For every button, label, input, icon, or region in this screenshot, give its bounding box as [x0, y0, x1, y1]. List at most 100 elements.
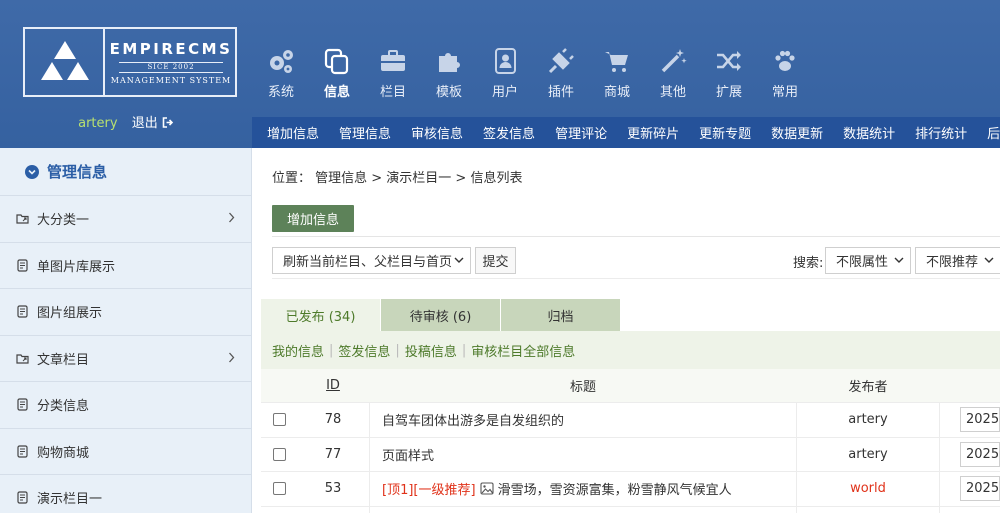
status-tabs: 已发布 (34) 待审核 (6) 归档 [261, 299, 621, 331]
info-table: ID 标题 发布者 78 自驾车团体出游多是自发组织的 artery 2025-… [261, 369, 1000, 513]
folder-link-icon [16, 354, 29, 364]
add-info-button[interactable]: 增加信息 [272, 205, 354, 232]
row-date-input[interactable]: 2025- [960, 441, 1000, 467]
logo-subtitle: MANAGEMENT SYSTEM [110, 76, 232, 85]
row-date-input[interactable]: 2025- [960, 407, 1000, 433]
subnav-update-topics[interactable]: 更新专题 [699, 123, 751, 142]
subnav-backend-map[interactable]: 后台地 [987, 123, 1000, 142]
sidebar-item-label: 演示栏目一 [37, 492, 103, 508]
nav-user[interactable]: 用户 [477, 46, 533, 106]
column-header-title: 标题 [569, 380, 596, 395]
nav-column[interactable]: 栏目 [365, 46, 421, 106]
nav-other[interactable]: 其他 [645, 46, 701, 106]
table-row-partial [261, 506, 1000, 513]
nav-user-label: 用户 [491, 85, 518, 100]
top-header: EMPIRECMS SICE 2002 MANAGEMENT SYSTEM ar… [0, 0, 1000, 148]
row-id: 78 [324, 412, 342, 428]
row-date-cell: 2025- [939, 472, 1000, 506]
row-date-cell: 2025- [939, 403, 1000, 437]
logout-link[interactable]: 退出 [132, 116, 174, 131]
sidebar-item-label: 大分类一 [37, 213, 90, 229]
row-title-link[interactable]: 自驾车团体出游多是自发组织的 [382, 410, 564, 429]
nav-shop[interactable]: 商城 [589, 46, 645, 106]
nav-template-label: 模板 [435, 85, 462, 100]
row-publisher[interactable]: world [797, 481, 939, 496]
filter-review-all-info[interactable]: 审核栏目全部信息 [471, 341, 575, 360]
row-date-cell [939, 506, 1000, 513]
row-title-link[interactable]: 滑雪场，雪资源富集，粉雪静风气候宜人 [498, 479, 732, 498]
recommend-select-value: 不限推荐 [926, 255, 979, 270]
row-checkbox[interactable] [272, 447, 286, 461]
sidebar-item-shop[interactable]: 购物商城 [0, 429, 251, 475]
subnav-sign-info[interactable]: 签发信息 [483, 123, 535, 142]
attribute-select[interactable]: 不限属性 [825, 247, 911, 274]
image-icon [480, 482, 494, 495]
document-icon [17, 305, 28, 318]
sidebar-item-image-group[interactable]: 图片组展示 [0, 289, 251, 336]
sidebar-item-single-image[interactable]: 单图片库展示 [0, 243, 251, 289]
chevron-down-icon [894, 257, 904, 263]
logo-title: EMPIRECMS [109, 40, 233, 58]
copy-icon [324, 48, 349, 75]
logo[interactable]: EMPIRECMS SICE 2002 MANAGEMENT SYSTEM [23, 27, 237, 97]
recommend-select[interactable]: 不限推荐 [915, 247, 1000, 274]
nav-system[interactable]: 系统 [253, 46, 309, 106]
subnav-manage-info[interactable]: 管理信息 [339, 123, 391, 142]
row-id: 53 [324, 481, 342, 497]
row-publisher[interactable]: artery [797, 412, 939, 427]
filter-my-info[interactable]: 我的信息 [272, 341, 324, 360]
row-checkbox[interactable] [272, 482, 286, 496]
subnav-add-info[interactable]: 增加信息 [267, 123, 319, 142]
nav-template[interactable]: 模板 [421, 46, 477, 106]
row-checkbox[interactable] [272, 413, 286, 427]
username[interactable]: artery [78, 116, 117, 131]
briefcase-icon [381, 50, 405, 71]
subnav-data-update[interactable]: 数据更新 [771, 123, 823, 142]
separator: | [461, 342, 467, 358]
sidebar-item-label: 分类信息 [37, 399, 90, 415]
sidebar-header[interactable]: 管理信息 [0, 148, 251, 196]
row-date-input[interactable]: 2025- [960, 476, 1000, 502]
puzzle-icon [439, 53, 460, 72]
sidebar-item-classified[interactable]: 分类信息 [0, 382, 251, 429]
row-recommend-tags: [顶1][一级推荐] [382, 483, 476, 499]
subnav-update-fragments[interactable]: 更新碎片 [627, 123, 679, 142]
filter-submitted-info[interactable]: 投稿信息 [405, 341, 457, 360]
document-icon [17, 491, 28, 504]
subnav-review-info[interactable]: 审核信息 [411, 123, 463, 142]
nav-plugin[interactable]: 插件 [533, 46, 589, 106]
document-icon [17, 259, 28, 272]
user-bar: artery 退出 [0, 112, 252, 131]
nav-extend[interactable]: 扩展 [701, 46, 757, 106]
document-icon [17, 398, 28, 411]
nav-other-label: 其他 [659, 85, 686, 100]
subnav-manage-comments[interactable]: 管理评论 [555, 123, 607, 142]
breadcrumb: 位置： 管理信息 > 演示栏目一 > 信息列表 [272, 171, 523, 186]
row-title-link[interactable]: 页面样式 [382, 445, 434, 464]
nav-common[interactable]: 常用 [757, 46, 813, 106]
filter-signed-info[interactable]: 签发信息 [338, 341, 390, 360]
tab-archived[interactable]: 归档 [501, 299, 621, 331]
nav-system-label: 系统 [267, 85, 294, 100]
refresh-select[interactable]: 刷新当前栏目、父栏目与首页 [272, 247, 471, 274]
row-title-cell [369, 506, 797, 513]
subnav-data-stats[interactable]: 数据统计 [843, 123, 895, 142]
row-publisher[interactable]: artery [797, 447, 939, 462]
column-header-id[interactable]: ID [297, 378, 369, 393]
sidebar-item-demo-column[interactable]: 演示栏目一 [0, 475, 251, 513]
tab-pending[interactable]: 待审核 (6) [381, 299, 501, 331]
divider [272, 278, 1000, 279]
row-check-cell [261, 413, 297, 427]
sidebar-item-category-one[interactable]: 大分类一 [0, 196, 251, 243]
row-check-cell [261, 482, 297, 496]
top-nav: 系统 信息 栏目 模板 用户 插件 商城 其他 扩展 常用 [253, 46, 813, 106]
id-sort-link[interactable]: ID [326, 378, 340, 393]
separator: | [329, 342, 334, 358]
sidebar-item-article-column[interactable]: 文章栏目 [0, 336, 251, 382]
table-header: ID 标题 发布者 [261, 369, 1000, 403]
tab-published[interactable]: 已发布 (34) [261, 299, 381, 331]
nav-info[interactable]: 信息 [309, 46, 365, 106]
subnav-rank-stats[interactable]: 排行统计 [915, 123, 967, 142]
submit-button[interactable]: 提交 [475, 247, 516, 274]
sidebar-item-label: 文章栏目 [37, 352, 90, 368]
